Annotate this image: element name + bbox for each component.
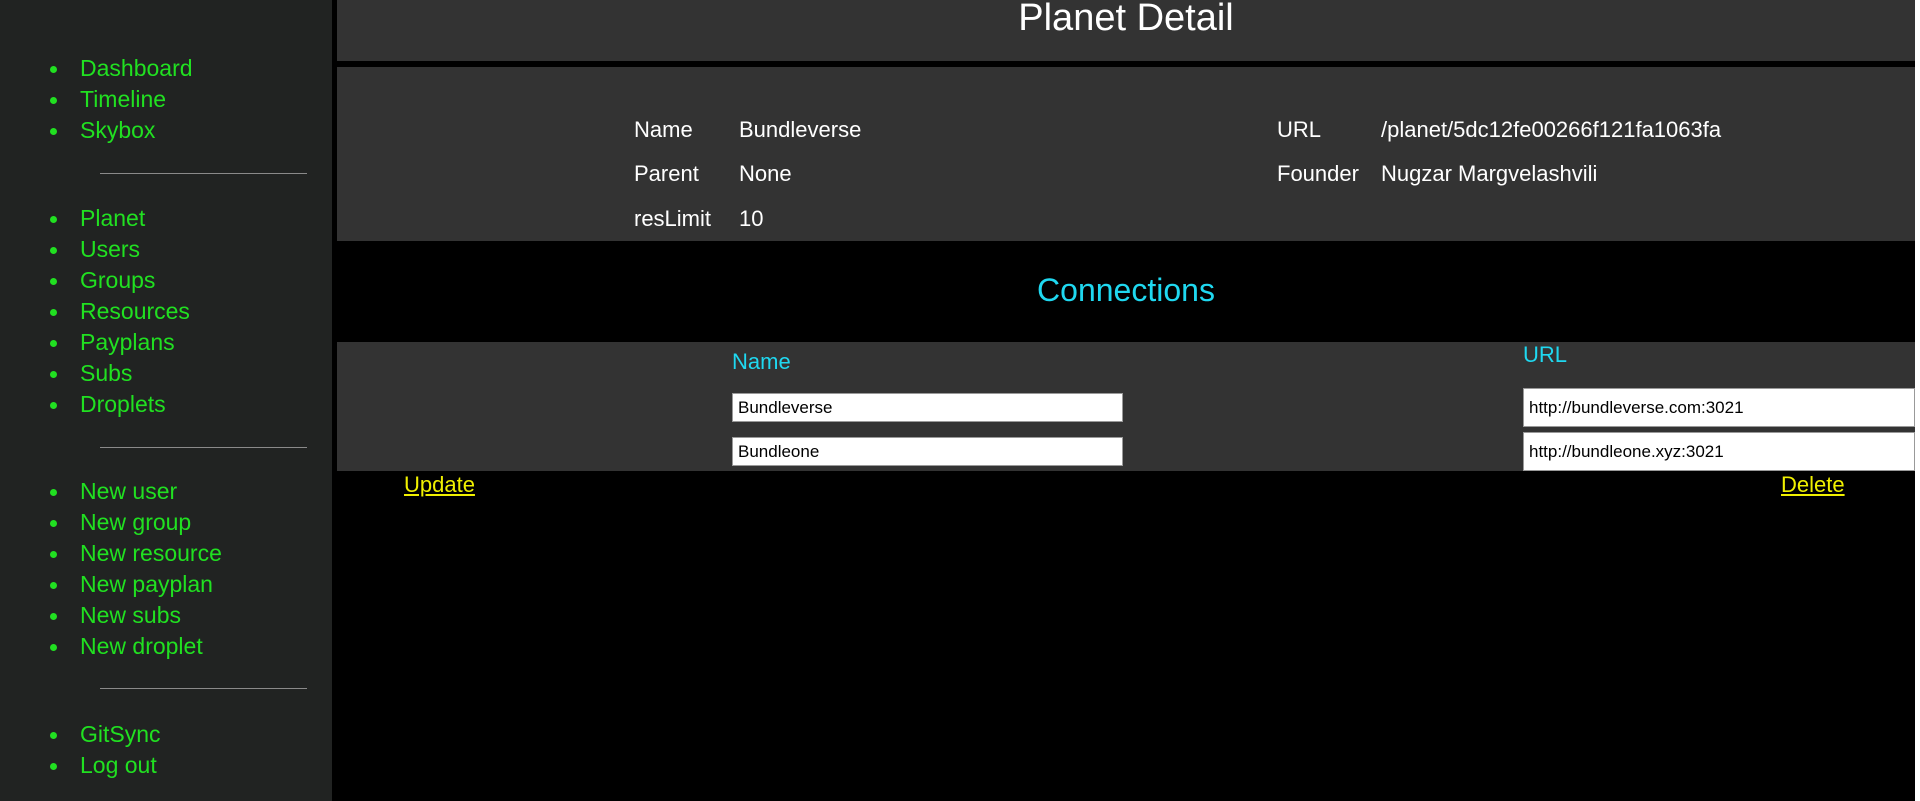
page-title: Planet Detail xyxy=(1018,0,1234,39)
reslimit-label: resLimit xyxy=(634,206,712,231)
connections-name-header: Name xyxy=(732,349,791,374)
name-label: Name xyxy=(634,117,693,142)
parent-value: None xyxy=(739,161,792,186)
sidebar-item-resources[interactable]: Resources xyxy=(0,296,332,327)
sidebar-item-new-subs[interactable]: New subs xyxy=(0,600,332,631)
sidebar-group-create: New user New group New resource New payp… xyxy=(0,476,332,662)
founder-value: Nugzar Margvelashvili xyxy=(1381,161,1598,186)
connections-table: Name URL xyxy=(337,342,1915,471)
sidebar-item-new-resource[interactable]: New resource xyxy=(0,538,332,569)
sidebar-item-skybox[interactable]: Skybox xyxy=(0,115,332,146)
url-label: URL xyxy=(1277,117,1322,142)
sidebar-divider xyxy=(100,447,307,448)
connection-url-input[interactable] xyxy=(1523,388,1915,427)
sidebar-item-timeline[interactable]: Timeline xyxy=(0,84,332,115)
sidebar-group-main: Dashboard Timeline Skybox xyxy=(0,53,332,146)
sidebar-item-new-payplan[interactable]: New payplan xyxy=(0,569,332,600)
url-value: /planet/5dc12fe00266f121fa1063fa xyxy=(1381,117,1722,142)
update-button[interactable]: Update xyxy=(404,472,475,498)
sidebar-item-subs[interactable]: Subs xyxy=(0,358,332,389)
reslimit-value: 10 xyxy=(739,206,764,231)
sidebar-item-new-user[interactable]: New user xyxy=(0,476,332,507)
sidebar-divider xyxy=(100,688,307,689)
sidebar-item-new-group[interactable]: New group xyxy=(0,507,332,538)
connections-url-header: URL xyxy=(1523,342,1568,367)
founder-label: Founder xyxy=(1277,161,1359,186)
sidebar-item-droplets[interactable]: Droplets xyxy=(0,389,332,420)
sidebar-item-gitsync[interactable]: GitSync xyxy=(0,719,332,750)
name-value: Bundleverse xyxy=(739,117,862,142)
delete-button[interactable]: Delete xyxy=(1781,472,1845,498)
sidebar-item-payplans[interactable]: Payplans xyxy=(0,327,332,358)
sidebar-item-dashboard[interactable]: Dashboard xyxy=(0,53,332,84)
sidebar-group-system: GitSync Log out xyxy=(0,719,332,781)
connection-name-input[interactable] xyxy=(732,437,1123,466)
page-right-border xyxy=(1915,0,1920,801)
sidebar-item-new-droplet[interactable]: New droplet xyxy=(0,631,332,662)
sidebar-item-planet[interactable]: Planet xyxy=(0,203,332,234)
sidebar: Dashboard Timeline Skybox Planet Users G… xyxy=(0,0,332,801)
connection-url-input[interactable] xyxy=(1523,432,1915,471)
page-header: Planet Detail xyxy=(337,0,1915,61)
sidebar-item-groups[interactable]: Groups xyxy=(0,265,332,296)
parent-label: Parent xyxy=(634,161,699,186)
sidebar-item-users[interactable]: Users xyxy=(0,234,332,265)
planet-details: Name Bundleverse Parent None resLimit 10… xyxy=(337,67,1915,241)
connection-name-input[interactable] xyxy=(732,393,1123,422)
sidebar-item-log-out[interactable]: Log out xyxy=(0,750,332,781)
connections-title: Connections xyxy=(1037,272,1215,308)
sidebar-group-entities: Planet Users Groups Resources Payplans S… xyxy=(0,203,332,420)
sidebar-divider xyxy=(100,173,307,174)
